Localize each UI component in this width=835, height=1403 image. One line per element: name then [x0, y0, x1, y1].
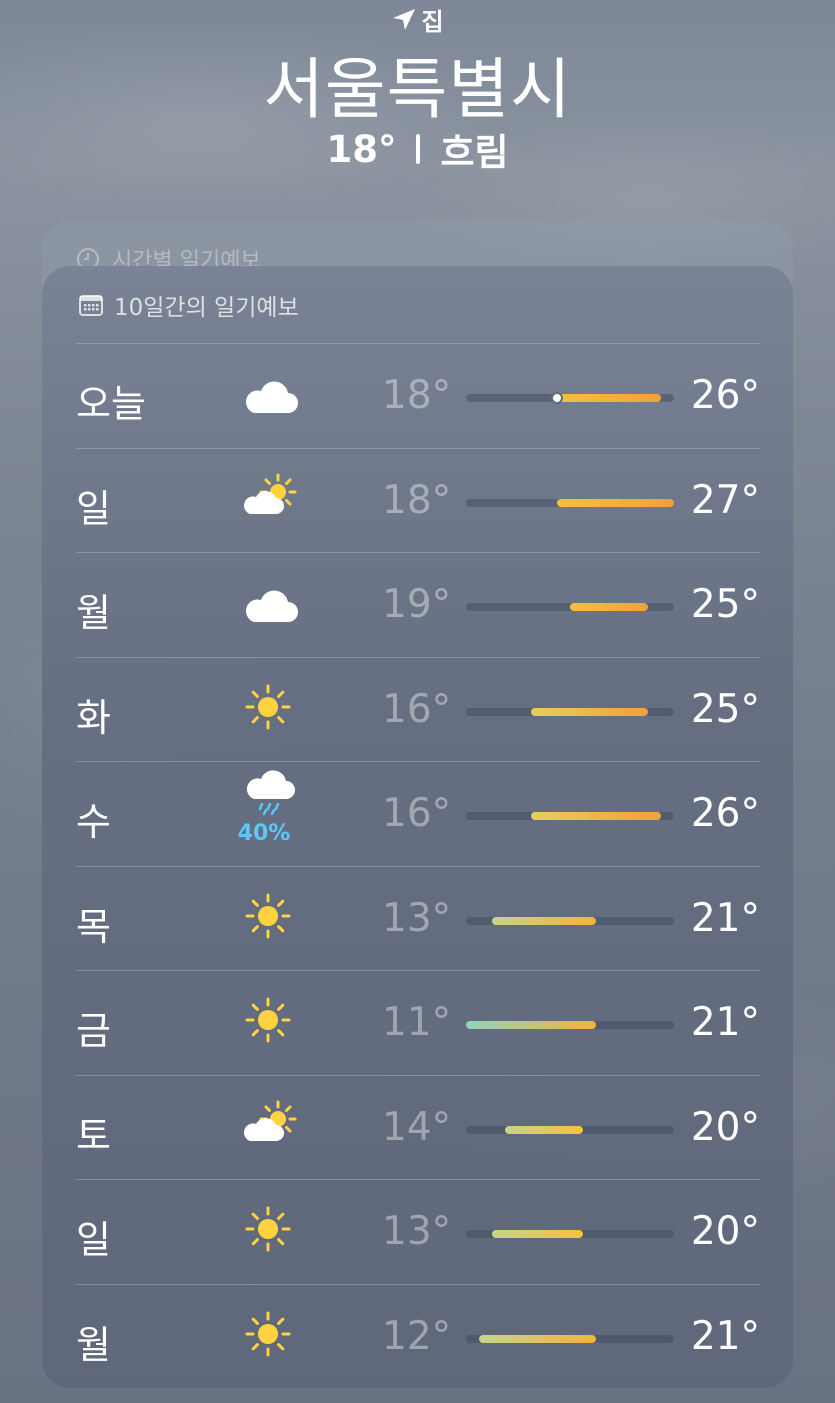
low-temperature: 18° [382, 373, 452, 418]
temperature-range-track [466, 392, 674, 404]
low-temperature: 16° [382, 791, 452, 836]
city-name: 서울특별시 [263, 51, 572, 128]
temperature-range-track [466, 1334, 674, 1343]
forecast-row[interactable]: 월 19° 25° [76, 552, 760, 657]
location-arrow-icon [393, 8, 416, 30]
low-temperature: 13° [382, 895, 452, 941]
forecast-row[interactable]: 월 12° 21° [76, 1283, 760, 1389]
temperature-range-track [466, 916, 674, 925]
day-label: 일 [76, 486, 111, 531]
high-temperature: 25° [690, 686, 760, 732]
temperature-range-bar [570, 603, 648, 611]
temperature-range-bar [492, 916, 596, 925]
row-divider [76, 447, 760, 449]
temperature-range-track [466, 1230, 674, 1238]
low-temperature: 11° [382, 1000, 452, 1045]
temperature-range-bar [479, 1334, 596, 1343]
ten-day-forecast-card[interactable]: 10일간의 일기예보 오늘 18° 26° 일 18° 27° 월 19° 25° 화 16° 25°… [42, 266, 793, 1388]
partly-sunny-icon [236, 1095, 306, 1155]
low-temperature: 14° [382, 1104, 452, 1150]
high-temperature: 20° [690, 1209, 760, 1254]
row-divider [76, 1179, 760, 1180]
temperature-range-track [466, 498, 674, 507]
temperature-range-bar [531, 812, 661, 820]
forecast-row[interactable]: 일 18° 27° [76, 447, 760, 553]
sun-icon [236, 677, 306, 737]
low-temperature: 18° [382, 477, 452, 523]
forecast-row[interactable]: 일 13° 20° [76, 1179, 760, 1284]
row-divider [76, 1074, 760, 1076]
forecast-row[interactable]: 금 11° 21° [76, 970, 760, 1075]
row-divider [76, 656, 760, 658]
day-label: 오늘 [76, 382, 146, 426]
forecast-row[interactable]: 화 16° 25° [76, 656, 760, 762]
day-label: 화 [76, 695, 111, 740]
temperature-range-bar [557, 394, 661, 402]
row-divider [76, 343, 760, 344]
partly-sunny-icon [236, 468, 306, 528]
temperature-range-bar [557, 498, 674, 507]
current-temperature: 18° [326, 127, 397, 171]
calendar-icon [79, 295, 103, 316]
row-divider [76, 865, 760, 867]
high-temperature: 21° [690, 895, 760, 941]
sun-icon [236, 1199, 306, 1259]
forecast-row[interactable]: 수 40% 16° 26° [76, 761, 760, 866]
high-temperature: 26° [690, 373, 760, 418]
temperature-range-bar [505, 1125, 583, 1134]
temperature-range-track [466, 812, 674, 820]
high-temperature: 21° [690, 1313, 760, 1359]
sun-icon [236, 1304, 306, 1364]
low-temperature: 12° [382, 1313, 452, 1359]
day-label: 목 [76, 904, 111, 949]
day-label: 수 [76, 800, 111, 844]
day-label: 토 [76, 1113, 111, 1158]
high-temperature: 20° [690, 1104, 760, 1150]
temperature-range-bar [466, 1021, 596, 1029]
row-divider [76, 552, 760, 553]
row-divider [76, 970, 760, 971]
separator [416, 134, 421, 164]
temperature-range-bar [531, 707, 648, 716]
cloud-icon [236, 363, 306, 423]
temperature-range-track [466, 1125, 674, 1134]
low-temperature: 16° [382, 686, 452, 732]
sun-icon [236, 886, 306, 946]
low-temperature: 13° [382, 1209, 452, 1254]
day-label: 일 [76, 1218, 111, 1262]
condition-text: 흐림 [440, 131, 509, 174]
temperature-range-bar [492, 1230, 583, 1238]
high-temperature: 21° [690, 1000, 760, 1045]
low-temperature: 19° [382, 582, 452, 627]
day-label: 금 [76, 1009, 111, 1053]
row-divider [76, 761, 760, 762]
forecast-row[interactable]: 토 14° 20° [76, 1074, 760, 1180]
ten-day-forecast-label: 10일간의 일기예보 [114, 295, 299, 321]
ten-day-forecast-header: 10일간의 일기예보 [78, 288, 299, 322]
row-divider [76, 1283, 760, 1285]
current-location: 집 [0, 2, 835, 37]
high-temperature: 25° [690, 582, 760, 627]
temperature-range-track [466, 707, 674, 716]
location-label: 집 [421, 8, 444, 36]
temperature-range-track [466, 603, 674, 611]
cloud-icon [236, 572, 306, 632]
forecast-row[interactable]: 목 13° 21° [76, 865, 760, 971]
day-label: 월 [76, 591, 111, 635]
day-label: 월 [76, 1322, 111, 1367]
precipitation-chance: 40% [237, 821, 291, 846]
high-temperature: 27° [690, 477, 760, 523]
rain-cloud-icon [236, 767, 306, 827]
current-temperature-marker [551, 392, 563, 404]
high-temperature: 26° [690, 791, 760, 836]
temperature-range-track [466, 1021, 674, 1029]
current-conditions: 18° 흐림 [0, 122, 835, 176]
sun-icon [236, 990, 306, 1050]
forecast-row[interactable]: 오늘 18° 26° [76, 343, 760, 448]
